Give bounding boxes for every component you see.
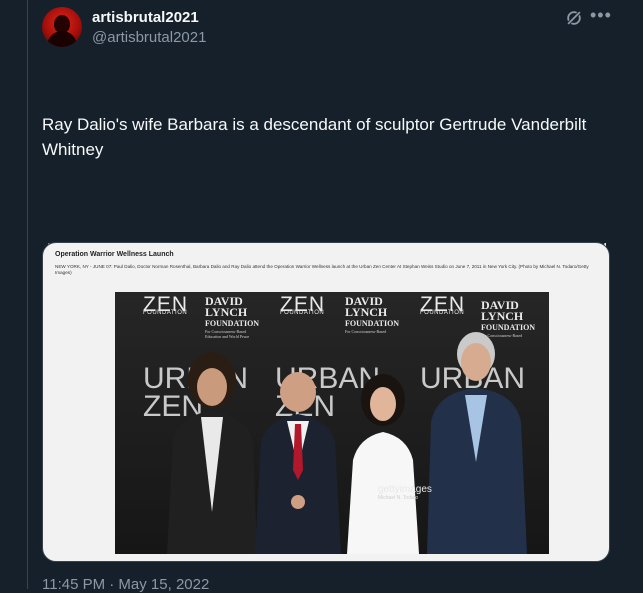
tweet-photo[interactable]: Operation Warrior Wellness Launch NEW YO… — [42, 242, 610, 562]
photo-caption-body: NEW YORK, NY - JUNE 07: Paul Dalio, Doct… — [55, 264, 589, 275]
tweet-timestamp[interactable]: 11:45 PM · May 15, 2022 — [42, 576, 209, 593]
people-silhouettes — [167, 332, 527, 554]
getty-watermark-text: gettyimages — [378, 484, 432, 495]
tweet-article: artisbrutal2021 @artisbrutal2021 ••• Ray… — [0, 0, 643, 593]
avatar-shoulders — [47, 31, 77, 47]
thread-divider — [27, 0, 28, 589]
photo-caption-title: Operation Warrior Wellness Launch — [55, 251, 174, 258]
grok-icon[interactable] — [565, 9, 583, 27]
getty-watermark: gettyimages Michael N. Todaro — [378, 484, 432, 501]
getty-watermark-credit: Michael N. Todaro — [378, 495, 419, 501]
more-icon[interactable]: ••• — [590, 6, 611, 28]
event-photo: ZEN FOUNDATION DAVID LYNCH FOUNDATION Fo… — [115, 292, 549, 554]
user-handle[interactable]: @artisbrutal2021 — [92, 29, 206, 46]
tweet-paragraph-1: Ray Dalio's wife Barbara is a descendant… — [42, 115, 592, 159]
avatar[interactable] — [42, 7, 82, 47]
user-display-name[interactable]: artisbrutal2021 — [92, 9, 199, 26]
